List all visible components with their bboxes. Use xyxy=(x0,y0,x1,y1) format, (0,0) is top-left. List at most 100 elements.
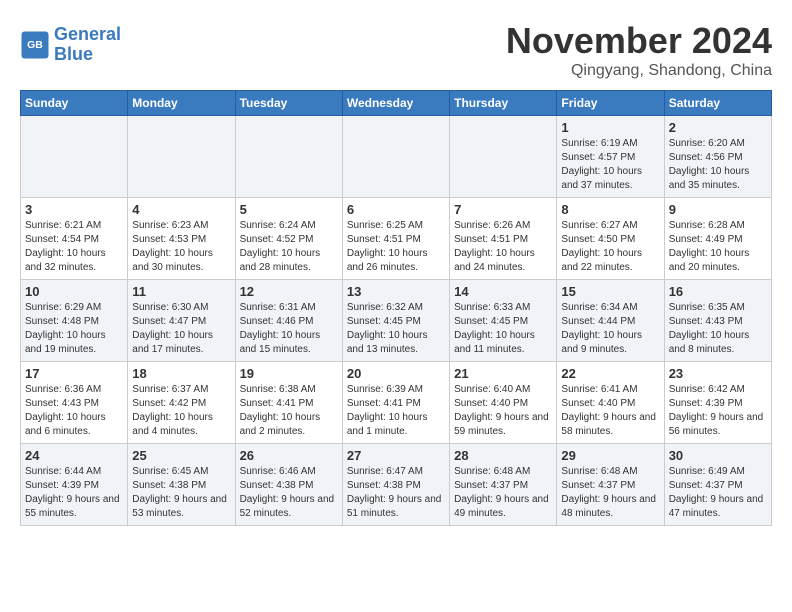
day-info: Sunrise: 6:48 AM Sunset: 4:37 PM Dayligh… xyxy=(561,465,659,521)
day-info: Sunrise: 6:29 AM Sunset: 4:48 PM Dayligh… xyxy=(25,301,123,357)
day-number: 4 xyxy=(132,202,230,217)
day-number: 7 xyxy=(454,202,552,217)
month-title: November 2024 xyxy=(506,20,772,62)
day-number: 18 xyxy=(132,366,230,381)
calendar-week-0: 1 Sunrise: 6:19 AM Sunset: 4:57 PM Daylig… xyxy=(21,116,772,198)
day-info: Sunrise: 6:30 AM Sunset: 4:47 PM Dayligh… xyxy=(132,301,230,357)
day-number: 8 xyxy=(561,202,659,217)
day-info: Sunrise: 6:40 AM Sunset: 4:40 PM Dayligh… xyxy=(454,383,552,439)
calendar-cell: 16 Sunrise: 6:35 AM Sunset: 4:43 PM Dayli… xyxy=(664,280,771,362)
day-number: 17 xyxy=(25,366,123,381)
day-number: 29 xyxy=(561,448,659,463)
day-number: 28 xyxy=(454,448,552,463)
day-number: 15 xyxy=(561,284,659,299)
day-number: 2 xyxy=(669,120,767,135)
day-info: Sunrise: 6:39 AM Sunset: 4:41 PM Dayligh… xyxy=(347,383,445,439)
day-number: 22 xyxy=(561,366,659,381)
calendar-cell: 28 Sunrise: 6:48 AM Sunset: 4:37 PM Dayli… xyxy=(450,444,557,526)
calendar-cell: 5Sunrise: 6:24 AM Sunset: 4:52 PM Daylig… xyxy=(235,198,342,280)
calendar-cell: 8 Sunrise: 6:27 AM Sunset: 4:50 PM Daylig… xyxy=(557,198,664,280)
day-number: 20 xyxy=(347,366,445,381)
calendar-cell: 15 Sunrise: 6:34 AM Sunset: 4:44 PM Dayli… xyxy=(557,280,664,362)
day-info: Sunrise: 6:45 AM Sunset: 4:38 PM Dayligh… xyxy=(132,465,230,521)
logo-icon: GB xyxy=(20,30,50,60)
day-number: 12 xyxy=(240,284,338,299)
page-header: GB General Blue November 2024 Qingyang, … xyxy=(20,20,772,80)
day-info: Sunrise: 6:47 AM Sunset: 4:38 PM Dayligh… xyxy=(347,465,445,521)
day-number: 23 xyxy=(669,366,767,381)
day-info: Sunrise: 6:49 AM Sunset: 4:37 PM Dayligh… xyxy=(669,465,767,521)
calendar-cell xyxy=(450,116,557,198)
calendar-cell: 26Sunrise: 6:46 AM Sunset: 4:38 PM Dayli… xyxy=(235,444,342,526)
day-info: Sunrise: 6:24 AM Sunset: 4:52 PM Dayligh… xyxy=(240,219,338,275)
logo-line2: Blue xyxy=(54,44,93,64)
calendar-cell xyxy=(342,116,449,198)
day-info: Sunrise: 6:32 AM Sunset: 4:45 PM Dayligh… xyxy=(347,301,445,357)
calendar-week-4: 24Sunrise: 6:44 AM Sunset: 4:39 PM Dayli… xyxy=(21,444,772,526)
day-number: 1 xyxy=(561,120,659,135)
day-info: Sunrise: 6:36 AM Sunset: 4:43 PM Dayligh… xyxy=(25,383,123,439)
day-number: 14 xyxy=(454,284,552,299)
logo: GB General Blue xyxy=(20,25,121,65)
weekday-header-monday: Monday xyxy=(128,91,235,116)
day-number: 10 xyxy=(25,284,123,299)
calendar-cell: 21 Sunrise: 6:40 AM Sunset: 4:40 PM Dayli… xyxy=(450,362,557,444)
calendar-cell: 23Sunrise: 6:42 AM Sunset: 4:39 PM Dayli… xyxy=(664,362,771,444)
day-info: Sunrise: 6:35 AM Sunset: 4:43 PM Dayligh… xyxy=(669,301,767,357)
day-info: Sunrise: 6:20 AM Sunset: 4:56 PM Dayligh… xyxy=(669,137,767,193)
calendar-cell: 4 Sunrise: 6:23 AM Sunset: 4:53 PM Daylig… xyxy=(128,198,235,280)
calendar-week-2: 10 Sunrise: 6:29 AM Sunset: 4:48 PM Dayli… xyxy=(21,280,772,362)
weekday-header-tuesday: Tuesday xyxy=(235,91,342,116)
calendar-body: 1 Sunrise: 6:19 AM Sunset: 4:57 PM Daylig… xyxy=(21,116,772,526)
calendar-cell: 9Sunrise: 6:28 AM Sunset: 4:49 PM Daylig… xyxy=(664,198,771,280)
day-info: Sunrise: 6:26 AM Sunset: 4:51 PM Dayligh… xyxy=(454,219,552,275)
day-info: Sunrise: 6:25 AM Sunset: 4:51 PM Dayligh… xyxy=(347,219,445,275)
day-info: Sunrise: 6:23 AM Sunset: 4:53 PM Dayligh… xyxy=(132,219,230,275)
weekday-header-wednesday: Wednesday xyxy=(342,91,449,116)
calendar-cell: 29 Sunrise: 6:48 AM Sunset: 4:37 PM Dayli… xyxy=(557,444,664,526)
day-info: Sunrise: 6:27 AM Sunset: 4:50 PM Dayligh… xyxy=(561,219,659,275)
day-number: 30 xyxy=(669,448,767,463)
day-number: 25 xyxy=(132,448,230,463)
day-number: 21 xyxy=(454,366,552,381)
day-number: 9 xyxy=(669,202,767,217)
day-number: 19 xyxy=(240,366,338,381)
calendar-cell xyxy=(235,116,342,198)
day-info: Sunrise: 6:19 AM Sunset: 4:57 PM Dayligh… xyxy=(561,137,659,193)
location: Qingyang, Shandong, China xyxy=(506,62,772,80)
calendar-cell: 6 Sunrise: 6:25 AM Sunset: 4:51 PM Daylig… xyxy=(342,198,449,280)
calendar-cell: 1 Sunrise: 6:19 AM Sunset: 4:57 PM Daylig… xyxy=(557,116,664,198)
logo-text: General Blue xyxy=(54,25,121,65)
calendar-cell: 20 Sunrise: 6:39 AM Sunset: 4:41 PM Dayli… xyxy=(342,362,449,444)
calendar-cell: 25 Sunrise: 6:45 AM Sunset: 4:38 PM Dayli… xyxy=(128,444,235,526)
day-info: Sunrise: 6:48 AM Sunset: 4:37 PM Dayligh… xyxy=(454,465,552,521)
day-number: 16 xyxy=(669,284,767,299)
day-info: Sunrise: 6:46 AM Sunset: 4:38 PM Dayligh… xyxy=(240,465,338,521)
day-info: Sunrise: 6:41 AM Sunset: 4:40 PM Dayligh… xyxy=(561,383,659,439)
calendar-cell: 11 Sunrise: 6:30 AM Sunset: 4:47 PM Dayli… xyxy=(128,280,235,362)
weekday-header-sunday: Sunday xyxy=(21,91,128,116)
svg-text:GB: GB xyxy=(27,39,43,51)
calendar-cell: 22 Sunrise: 6:41 AM Sunset: 4:40 PM Dayli… xyxy=(557,362,664,444)
logo-line1: General xyxy=(54,24,121,44)
calendar-cell: 3Sunrise: 6:21 AM Sunset: 4:54 PM Daylig… xyxy=(21,198,128,280)
calendar-cell: 19Sunrise: 6:38 AM Sunset: 4:41 PM Dayli… xyxy=(235,362,342,444)
calendar-cell: 13Sunrise: 6:32 AM Sunset: 4:45 PM Dayli… xyxy=(342,280,449,362)
calendar-cell: 24Sunrise: 6:44 AM Sunset: 4:39 PM Dayli… xyxy=(21,444,128,526)
calendar-week-3: 17 Sunrise: 6:36 AM Sunset: 4:43 PM Dayli… xyxy=(21,362,772,444)
calendar-cell: 12Sunrise: 6:31 AM Sunset: 4:46 PM Dayli… xyxy=(235,280,342,362)
calendar-cell: 2 Sunrise: 6:20 AM Sunset: 4:56 PM Daylig… xyxy=(664,116,771,198)
day-number: 27 xyxy=(347,448,445,463)
day-info: Sunrise: 6:37 AM Sunset: 4:42 PM Dayligh… xyxy=(132,383,230,439)
day-number: 6 xyxy=(347,202,445,217)
day-info: Sunrise: 6:34 AM Sunset: 4:44 PM Dayligh… xyxy=(561,301,659,357)
weekday-header-friday: Friday xyxy=(557,91,664,116)
calendar-week-1: 3Sunrise: 6:21 AM Sunset: 4:54 PM Daylig… xyxy=(21,198,772,280)
day-info: Sunrise: 6:44 AM Sunset: 4:39 PM Dayligh… xyxy=(25,465,123,521)
day-number: 11 xyxy=(132,284,230,299)
calendar-cell: 18 Sunrise: 6:37 AM Sunset: 4:42 PM Dayli… xyxy=(128,362,235,444)
calendar-cell: 30 Sunrise: 6:49 AM Sunset: 4:37 PM Dayli… xyxy=(664,444,771,526)
calendar-cell: 14Sunrise: 6:33 AM Sunset: 4:45 PM Dayli… xyxy=(450,280,557,362)
weekday-header-saturday: Saturday xyxy=(664,91,771,116)
weekday-header-row: SundayMondayTuesdayWednesdayThursdayFrid… xyxy=(21,91,772,116)
